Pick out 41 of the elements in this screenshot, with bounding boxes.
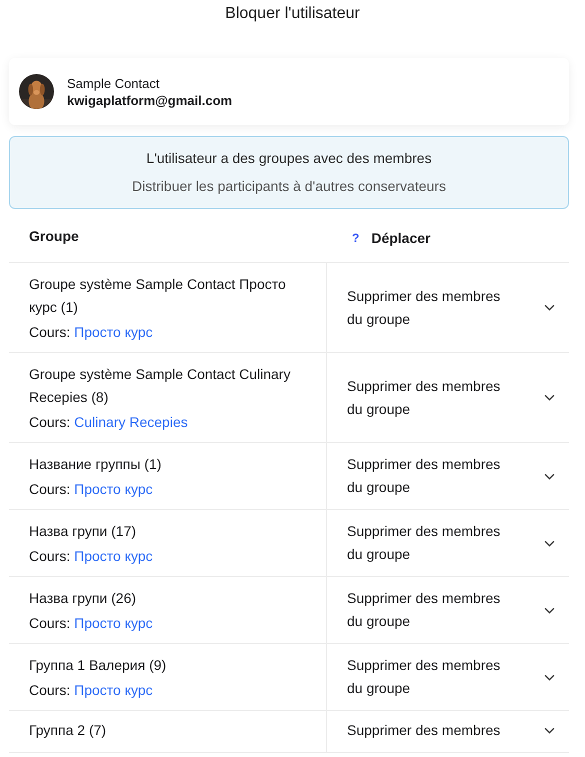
action-select[interactable]: Supprimer des membres du groupe [327, 445, 569, 507]
action-select[interactable]: Supprimer des membres [327, 711, 569, 750]
course-link[interactable]: Просто курс [74, 481, 153, 497]
notice-text: Distribuer les participants à d'autres conservateurs [131, 178, 447, 194]
column-header: Déplacer [371, 230, 430, 246]
chevron-down-icon [544, 304, 555, 311]
chevron-down-icon [544, 606, 555, 614]
course-link[interactable]: Просто курс [74, 324, 153, 340]
course-label: Cours: [29, 324, 70, 340]
chevron-down-icon [544, 540, 555, 546]
group-name: Название группы (1) [29, 455, 162, 474]
group-name: Groupe système Sample Contact Culinary Recepies (8) [29, 365, 292, 407]
group-name: Назва групи (26) [29, 589, 138, 608]
course-link[interactable]: Просто курс [74, 682, 153, 698]
contact-name: Sample Contact [67, 76, 160, 90]
action-select[interactable]: Supprimer des membres du groupe [327, 512, 569, 574]
group-name: Groupe système Sample Contact Просто курс (1) [29, 275, 287, 317]
action-select[interactable]: Supprimer des membres du groupe [327, 366, 569, 428]
course-link[interactable]: Просто курс [74, 615, 153, 631]
action-select[interactable]: Supprimer des membres du groupe [327, 276, 569, 338]
group-name: Группа 1 Валерия (9) [29, 656, 168, 675]
column-header: Groupe [29, 228, 79, 244]
chevron-down-icon [544, 394, 555, 401]
notice-heading: L'utilisateur a des groupes avec des membres [145, 150, 433, 166]
chevron-down-icon [544, 674, 555, 680]
chevron-down-icon [544, 472, 555, 480]
action-select[interactable]: Supprimer des membres du groupe [327, 579, 569, 641]
contact-email: kwigaplatform@gmail.com [67, 92, 232, 108]
course-label: Cours: [29, 414, 70, 430]
course-label: Cours: [29, 682, 70, 698]
course-label: Cours: [29, 481, 70, 497]
group-name: Назва групи (17) [29, 522, 138, 541]
course-label: Cours: [29, 615, 70, 631]
course-label: Cours: [29, 548, 70, 564]
help-icon[interactable]: ? [352, 230, 360, 244]
dialog-title: Bloquer l'utilisateur [224, 4, 361, 24]
chevron-down-icon [544, 727, 555, 734]
action-select[interactable]: Supprimer des membres du groupe [327, 646, 569, 708]
course-link[interactable]: Culinary Recepies [74, 414, 188, 430]
course-link[interactable]: Просто курс [74, 548, 153, 564]
group-name: Группа 2 (7) [29, 721, 108, 740]
